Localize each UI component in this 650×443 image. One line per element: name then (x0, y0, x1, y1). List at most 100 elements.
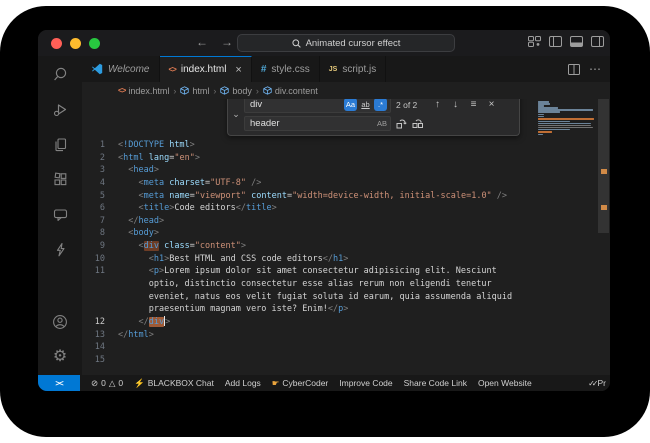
minimap[interactable] (538, 101, 596, 140)
toggle-secondary-sidebar-icon[interactable] (591, 36, 604, 47)
line-number: 10 (94, 253, 105, 264)
history-forward-button[interactable]: → (221, 35, 233, 49)
line-number: 8 (99, 228, 105, 239)
code-line: 8 <body> (82, 227, 538, 240)
find-in-selection-icon[interactable]: ≡ (467, 99, 480, 110)
tab-label: Welcome (108, 63, 150, 75)
extensions-icon[interactable] (50, 169, 70, 189)
close-tab-icon[interactable]: × (235, 64, 241, 76)
code-editor[interactable]: 1 <!DOCTYPE html> 2 <html lang="en"> 3 <head… (82, 99, 610, 375)
zoom-window-button[interactable] (89, 38, 100, 49)
match-case-toggle[interactable]: Aa (344, 99, 357, 111)
share-code-link-button[interactable]: Share Code Link (404, 378, 467, 388)
cybercoder-button[interactable]: ☛ CyberCoder (272, 378, 328, 389)
breadcrumb-separator: › (173, 85, 177, 96)
tab-style-css[interactable]: # style.css (252, 56, 320, 82)
tab-script-js[interactable]: JS script.js (320, 56, 387, 82)
tab-welcome[interactable]: Welcome (82, 56, 160, 82)
tab-index-html[interactable]: <> index.html × (159, 56, 252, 82)
line-number: 9 (99, 241, 105, 252)
js-file-icon: JS (328, 65, 338, 73)
account-icon[interactable] (50, 312, 70, 332)
code-line: praesentium magnam vero iste? Enim!</p> (82, 303, 538, 316)
close-find-icon[interactable]: × (485, 99, 498, 110)
minimap-line (538, 111, 561, 113)
search-icon[interactable] (50, 64, 70, 84)
code-line: 15 (82, 354, 538, 367)
command-center-search[interactable]: Animated cursor effect (237, 34, 455, 52)
traffic-lights (51, 38, 100, 49)
warnings-icon: △ (108, 377, 116, 388)
previous-match-icon[interactable]: ↑ (431, 99, 444, 110)
whole-word-toggle[interactable]: ab (359, 99, 372, 111)
code-line: 5 <meta name="viewport" content="width=d… (82, 190, 538, 203)
breadcrumb-item-html[interactable]: html (180, 86, 209, 96)
scrollbar-slider[interactable] (598, 99, 609, 233)
toggle-replace-icon[interactable]: ⌄ (228, 99, 244, 135)
chat-icon[interactable] (50, 204, 70, 224)
minimize-window-button[interactable] (70, 38, 81, 49)
line-number (82, 303, 105, 316)
find-input[interactable]: div Aa ab .* (244, 99, 391, 113)
customize-layout-icon[interactable] (528, 36, 541, 47)
replace-all-icon[interactable] (412, 118, 424, 129)
minimap-line (538, 115, 544, 118)
minimap-line (538, 117, 594, 120)
blackbox-bolt-icon[interactable] (50, 239, 70, 259)
line-number: 7 (99, 215, 105, 226)
remote-indicator[interactable]: >< (38, 375, 80, 391)
bolt-icon: ⚡ (134, 377, 145, 388)
close-window-button[interactable] (51, 38, 62, 49)
prettier-status[interactable]: ✓✓ Pr (588, 378, 606, 388)
screenshot-stage: ← → Animated cursor effect ⚙ Welcome <> … (0, 0, 650, 443)
symbol-icon (220, 86, 230, 95)
line-number: 5 (99, 190, 105, 201)
replace-input[interactable]: header AB (244, 116, 391, 131)
settings-gear-icon[interactable]: ⚙ (50, 347, 70, 367)
errors-icon: ⊘ (91, 377, 99, 388)
scrollbar[interactable] (597, 99, 610, 375)
minimap-line (538, 122, 592, 125)
line-number: 1 (99, 140, 105, 150)
code-line: eveniet, natus eos velit fugiat soluta i… (82, 291, 538, 304)
run-debug-icon[interactable] (50, 99, 70, 119)
breadcrumb-separator: › (255, 85, 259, 96)
next-match-icon[interactable]: ↓ (449, 99, 462, 110)
toggle-panel-icon[interactable] (570, 36, 583, 47)
replace-icon[interactable] (396, 118, 407, 129)
code-line: 7 </head> (82, 215, 538, 228)
add-logs-button[interactable]: Add Logs (225, 378, 261, 388)
code-line: optio, distinctio consectetur esse alias… (82, 278, 538, 291)
code-line: 3 <head> (82, 164, 538, 177)
history-back-button[interactable]: ← (196, 35, 208, 49)
tab-label: style.css (271, 63, 310, 75)
code-line: 9 <div class="content"> (82, 240, 538, 253)
tab-bar: Welcome <> index.html × # style.css JS s… (82, 56, 610, 82)
regex-toggle[interactable]: .* (374, 99, 387, 111)
improve-code-button[interactable]: Improve Code (339, 378, 392, 388)
open-website-button[interactable]: Open Website (478, 378, 532, 388)
breadcrumb-item-body[interactable]: body (220, 86, 252, 96)
replace-value: header (250, 118, 280, 129)
code-line: 12 </div> (82, 315, 538, 329)
line-number: 6 (99, 203, 105, 214)
symbol-icon (180, 86, 189, 95)
preserve-case-toggle[interactable]: AB (377, 119, 387, 128)
pointing-hand-icon: ☛ (271, 377, 280, 388)
code-line: 6 <title>Code editors</title> (82, 202, 538, 215)
find-match-ruler-mark (601, 205, 607, 210)
problems-indicator[interactable]: ⊘ 0 △ 0 (91, 378, 123, 389)
toggle-primary-sidebar-icon[interactable] (549, 36, 562, 47)
breadcrumb-item-file[interactable]: <> index.html (118, 86, 169, 96)
html-file-icon: <> (118, 86, 126, 95)
split-editor-icon[interactable] (568, 63, 580, 75)
status-bar: >< ⊘ 0 △ 0 ⚡ BLACKBOX Chat Add Logs ☛ Cy… (38, 375, 610, 391)
more-actions-icon[interactable]: ⋯ (589, 62, 602, 76)
line-number: 3 (99, 165, 105, 176)
code-line: 11 <p>Lorem ipsum dolor sit amet consect… (82, 265, 538, 278)
line-number: 11 (94, 266, 105, 277)
blackbox-chat-button[interactable]: ⚡ BLACKBOX Chat (134, 378, 214, 389)
breadcrumb-item-div-content[interactable]: div.content (263, 86, 318, 96)
copy-pages-icon[interactable] (50, 134, 70, 154)
symbol-icon (263, 86, 272, 95)
